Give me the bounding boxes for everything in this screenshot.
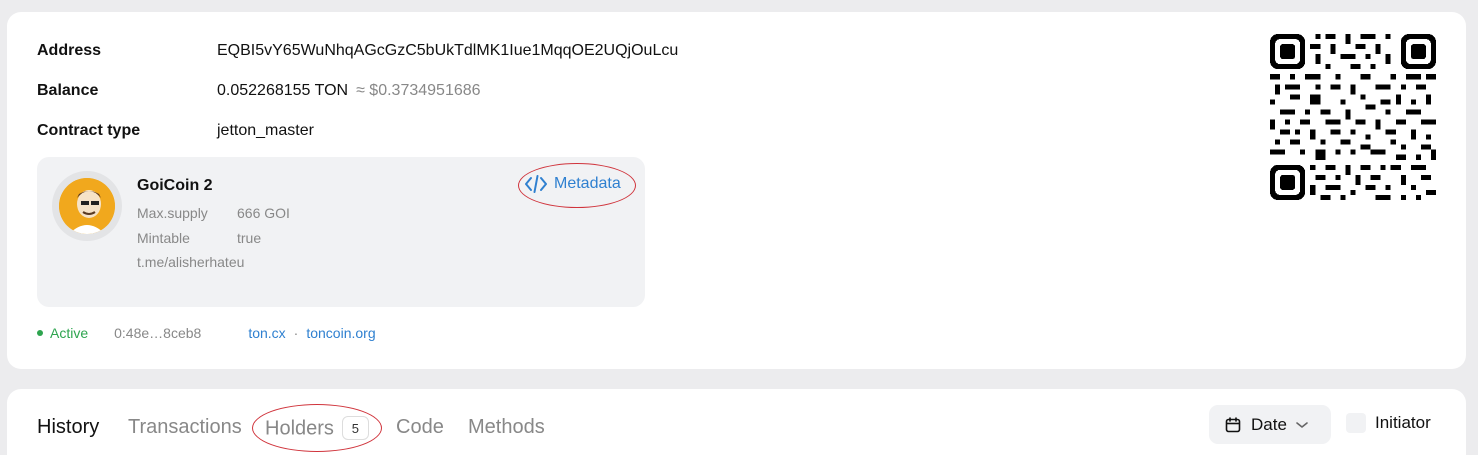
metadata-label: Metadata [554, 175, 621, 192]
balance-value: 0.052268155 TON [217, 82, 349, 99]
initiator-label: Initiator [1375, 413, 1431, 432]
contract-type-row: Contract type jetton_master [37, 119, 314, 143]
initiator-toggle[interactable]: Initiator [1346, 413, 1431, 433]
initiator-checkbox[interactable] [1346, 413, 1366, 433]
contract-type-label: Contract type [37, 122, 141, 139]
tab-methods[interactable]: Methods [468, 416, 545, 439]
link-separator: · [293, 325, 299, 341]
holders-count-badge: 5 [341, 416, 369, 440]
address-label: Address [37, 42, 102, 59]
calendar-icon [1225, 416, 1241, 432]
status-row: Active 0:48e…8ceb8 ton.cx · toncoin.org [37, 325, 376, 341]
date-filter-button[interactable]: Date [1209, 405, 1331, 444]
token-link[interactable]: t.me/alisherhateu [137, 254, 244, 270]
contract-type-value: jetton_master [217, 122, 314, 139]
token-avatar [52, 171, 122, 241]
explorer-link-toncoin[interactable]: toncoin.org [306, 325, 375, 341]
balance-label: Balance [37, 82, 99, 99]
tab-history[interactable]: History [37, 416, 99, 439]
mintable-row: Mintable true [137, 230, 261, 246]
address-row: Address EQBI5vY65WuNhqAGcGzC5bUkTdlMK1Iu… [37, 39, 678, 63]
mintable-value: true [237, 230, 262, 246]
status-dot [37, 330, 43, 336]
address-qr-code [1270, 34, 1436, 200]
date-filter-label: Date [1251, 414, 1287, 434]
code-hash[interactable]: 0:48e…8ceb8 [114, 325, 201, 341]
code-icon [525, 175, 547, 193]
explorer-link-tcx[interactable]: ton.cx [248, 325, 285, 341]
balance-row: Balance 0.052268155 TON ≈ $0.3734951686 [37, 79, 481, 103]
max-supply-label: Max.supply [137, 205, 208, 221]
account-info-card: Address EQBI5vY65WuNhqAGcGzC5bUkTdlMK1Iu… [7, 12, 1466, 369]
token-avatar-image [59, 178, 115, 234]
address-value[interactable]: EQBI5vY65WuNhqAGcGzC5bUkTdlMK1Iue1MqqOE2… [217, 42, 678, 60]
status-badge: Active [50, 325, 89, 341]
tab-holders[interactable]: Holders 5 [265, 416, 369, 441]
tabs-card: History Transactions Holders 5 Code Metho… [7, 389, 1466, 455]
mintable-label: Mintable [137, 230, 190, 246]
max-supply-value: 666 GOI [237, 205, 290, 221]
tab-holders-label: Holders [265, 417, 334, 440]
jetton-info-box: GoiCoin 2 Max.supply 666 GOI Mintable tr… [37, 157, 645, 307]
metadata-button[interactable]: Metadata [525, 175, 621, 193]
token-name: GoiCoin 2 [137, 177, 213, 194]
tab-transactions[interactable]: Transactions [128, 416, 242, 439]
balance-usd: ≈ $0.3734951686 [356, 82, 481, 99]
max-supply-row: Max.supply 666 GOI [137, 205, 290, 221]
chevron-down-icon [1296, 421, 1308, 428]
tab-code[interactable]: Code [396, 416, 444, 439]
